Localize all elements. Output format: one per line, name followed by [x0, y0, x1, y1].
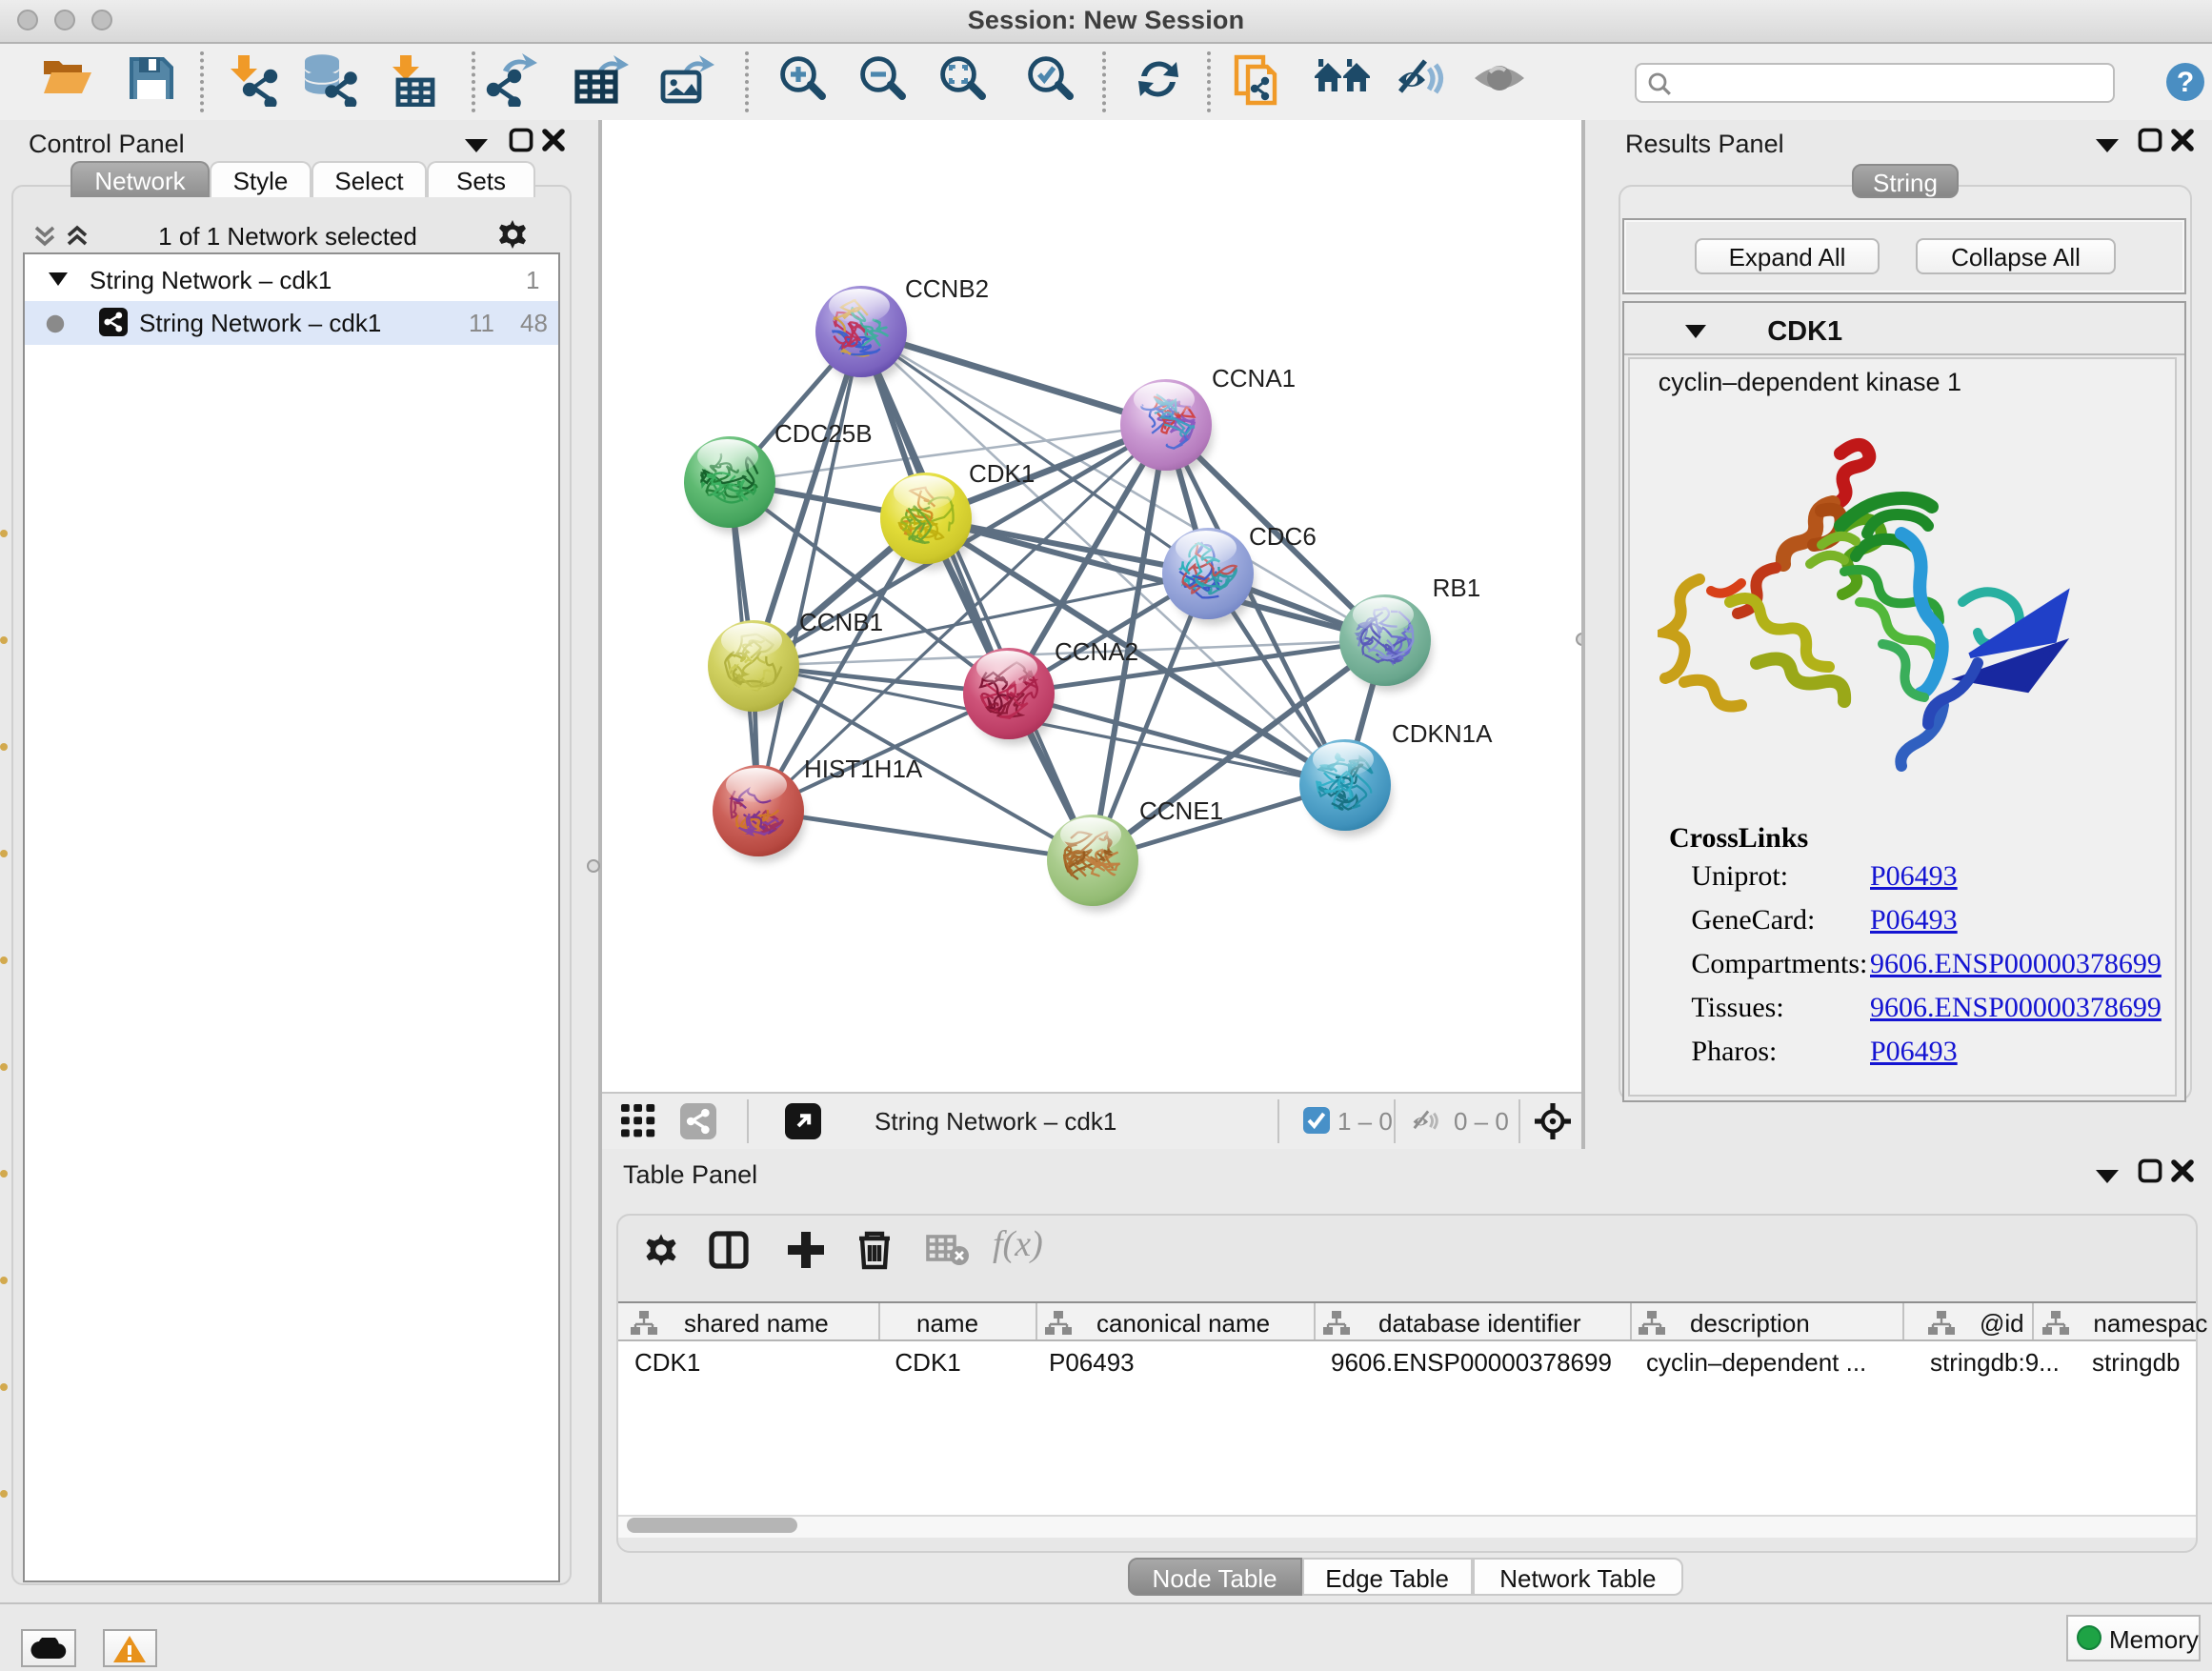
svg-text:CDKN1A: CDKN1A: [1392, 719, 1493, 748]
svg-text:CCNB1: CCNB1: [799, 608, 883, 636]
svg-text:HIST1H1A: HIST1H1A: [804, 755, 923, 783]
svg-text:CDK1: CDK1: [969, 459, 1035, 488]
svg-text:CCNA1: CCNA1: [1212, 364, 1296, 393]
svg-text:CDC25B: CDC25B: [774, 419, 873, 448]
svg-text:CDC6: CDC6: [1249, 522, 1317, 551]
svg-text:CCNA2: CCNA2: [1055, 637, 1138, 666]
svg-text:CCNE1: CCNE1: [1139, 796, 1223, 825]
svg-text:RB1: RB1: [1433, 574, 1481, 602]
svg-text:?: ?: [2177, 67, 2194, 98]
svg-text:CCNB2: CCNB2: [905, 274, 989, 303]
